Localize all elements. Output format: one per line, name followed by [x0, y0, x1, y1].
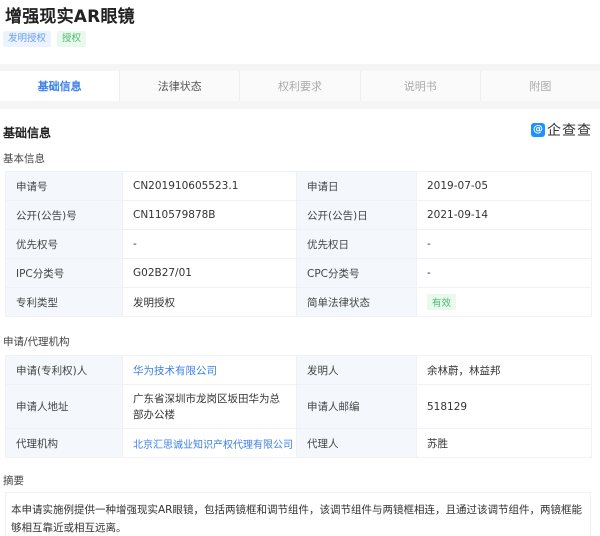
tab-description[interactable]: 说明书	[360, 71, 481, 101]
field-value: -	[416, 258, 592, 288]
applicant-link[interactable]: 华为技术有限公司	[133, 365, 217, 377]
field-value: 苏胜	[416, 428, 592, 458]
field-value: G02B27/01	[122, 258, 297, 288]
tab-bar: 基础信息 法律状态 权利要求 说明书 附图	[0, 64, 600, 109]
field-label: 专利类型	[5, 287, 123, 317]
qcc-logo-icon: @	[531, 123, 545, 137]
field-label: 公开(公告)日	[296, 200, 417, 230]
field-value: 2021-09-14	[416, 200, 592, 230]
table-row: 优先权号 - 优先权日 -	[5, 229, 592, 259]
basic-info-table: 申请号 CN201910605523.1 申请日 2019-07-05 公开(公…	[5, 171, 592, 317]
field-value: 有效	[416, 287, 592, 317]
field-label: 代理机构	[5, 428, 123, 458]
field-label: 申请号	[5, 171, 123, 201]
patent-type-tag: 发明授权	[3, 31, 52, 47]
field-label: 申请日	[296, 171, 417, 201]
tab-basic-info[interactable]: 基础信息	[0, 71, 121, 101]
field-label: 申请人地址	[5, 384, 123, 429]
tag-list: 发明授权 授权	[3, 31, 87, 47]
field-value: -	[122, 229, 297, 259]
field-label: 公开(公告)号	[5, 200, 123, 230]
agency-link[interactable]: 北京汇思诚业知识产权代理有限公司	[133, 440, 293, 451]
table-row: 申请号 CN201910605523.1 申请日 2019-07-05	[5, 171, 592, 201]
status-tag: 授权	[57, 31, 87, 47]
field-value: 广东省深圳市龙岗区坂田华为总部办公楼	[122, 384, 297, 429]
field-value: 发明授权	[122, 287, 297, 317]
field-value: CN201910605523.1	[122, 171, 297, 201]
basic-info-heading: 基本信息	[3, 153, 45, 165]
field-value: 2019-07-05	[416, 171, 592, 201]
field-label: 优先权日	[296, 229, 417, 259]
field-label: 申请(专利权)人	[5, 355, 123, 385]
table-row: 专利类型 发明授权 简单法律状态 有效	[5, 287, 592, 317]
tab-legal-status[interactable]: 法律状态	[120, 71, 241, 101]
field-value: 余林蔚，林益邦	[416, 355, 592, 385]
abstract-heading: 摘要	[3, 475, 24, 487]
field-value: CN110579878B	[122, 200, 297, 230]
field-value: 华为技术有限公司	[122, 355, 297, 385]
field-label: 优先权号	[5, 229, 123, 259]
agency-table: 申请(专利权)人 华为技术有限公司 发明人 余林蔚，林益邦 申请人地址 广东省深…	[5, 355, 592, 458]
table-row: IPC分类号 G02B27/01 CPC分类号 -	[5, 258, 592, 288]
field-value: -	[416, 229, 592, 259]
field-value: 北京汇思诚业知识产权代理有限公司	[122, 428, 297, 458]
field-value: 518129	[416, 384, 592, 429]
patent-title: 增强现实AR眼镜	[5, 7, 135, 27]
table-row: 申请人地址 广东省深圳市龙岗区坂田华为总部办公楼 申请人邮编 518129	[5, 384, 592, 429]
table-row: 申请(专利权)人 华为技术有限公司 发明人 余林蔚，林益邦	[5, 355, 592, 385]
field-label: 申请人邮编	[296, 384, 417, 429]
field-label: 发明人	[296, 355, 417, 385]
abstract-text: 本申请实施例提供一种增强现实AR眼镜，包括两镜框和调节组件，该调节组件与两镜框相…	[5, 492, 591, 536]
legal-status-badge: 有效	[427, 294, 457, 310]
tab-claims[interactable]: 权利要求	[240, 71, 361, 101]
field-label: 代理人	[296, 428, 417, 458]
field-label: IPC分类号	[5, 258, 123, 288]
logo-text: 企查查	[547, 123, 592, 139]
qcc-logo[interactable]: @ 企查查	[531, 120, 592, 140]
tab-figures[interactable]: 附图	[480, 71, 600, 101]
field-label: 简单法律状态	[296, 287, 417, 317]
agency-heading: 申请/代理机构	[3, 336, 70, 348]
table-row: 公开(公告)号 CN110579878B 公开(公告)日 2021-09-14	[5, 200, 592, 230]
field-label: CPC分类号	[296, 258, 417, 288]
table-row: 代理机构 北京汇思诚业知识产权代理有限公司 代理人 苏胜	[5, 428, 592, 458]
section-title: 基础信息	[3, 126, 52, 140]
